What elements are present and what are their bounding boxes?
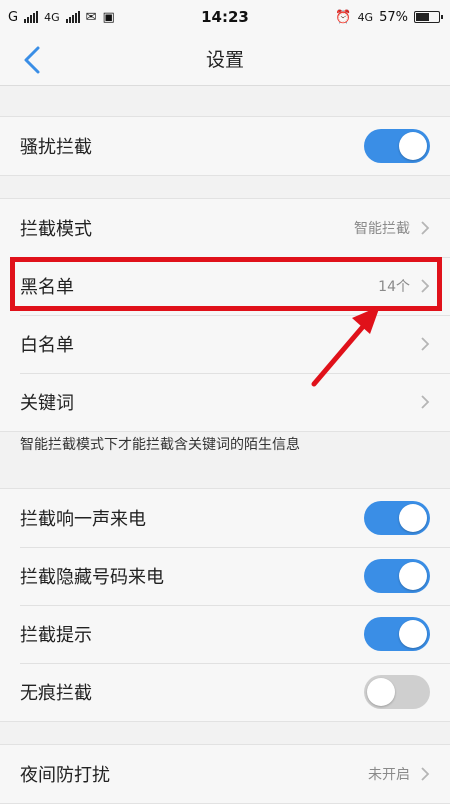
block-notice-row[interactable]: 拦截提示 <box>0 605 450 663</box>
chevron-right-icon <box>421 221 430 235</box>
silent-block-toggle[interactable] <box>364 675 430 709</box>
status-right: ⏰ 4G 57% <box>335 0 443 34</box>
nav-bar: 设置 <box>0 34 450 86</box>
harassment-label: 骚扰拦截 <box>20 137 92 158</box>
whitelist-row[interactable]: 白名单 <box>0 315 450 373</box>
toggle-knob <box>367 678 395 706</box>
alarm-icon: ⏰ <box>335 9 352 25</box>
page-title: 设置 <box>205 49 244 71</box>
harassment-section: 骚扰拦截 <box>0 116 450 176</box>
block-hidden-number-toggle[interactable] <box>364 559 430 593</box>
battery-percent: 57% <box>379 9 408 25</box>
block-one-ring-label: 拦截响一声来电 <box>20 509 146 530</box>
night-section: 夜间防打扰 未开启 <box>0 744 450 804</box>
carrier-1-label: G <box>8 9 19 25</box>
blacklist-label: 黑名单 <box>20 277 74 298</box>
toggle-knob <box>399 132 427 160</box>
night-dnd-row[interactable]: 夜间防打扰 未开启 <box>0 745 450 803</box>
blacklist-row[interactable]: 黑名单 14个 <box>0 257 450 315</box>
keywords-label: 关键词 <box>20 393 74 414</box>
toggle-knob <box>399 562 427 590</box>
night-dnd-value: 未开启 <box>368 767 410 783</box>
toggle-knob <box>399 620 427 648</box>
chevron-right-icon <box>421 395 430 409</box>
chevron-right-icon <box>421 279 430 293</box>
signal-icon-2 <box>65 11 80 23</box>
sim-icon: ▣ <box>102 9 115 25</box>
back-button[interactable] <box>18 44 48 76</box>
chevron-right-icon <box>421 767 430 781</box>
block-hidden-number-label: 拦截隐藏号码来电 <box>20 567 164 588</box>
harassment-toggle[interactable] <box>364 129 430 163</box>
keywords-row[interactable]: 关键词 <box>0 373 450 431</box>
toggle-knob <box>399 504 427 532</box>
toggle-settings-section: 拦截响一声来电 拦截隐藏号码来电 拦截提示 无痕拦截 <box>0 488 450 722</box>
intercept-mode-label: 拦截模式 <box>20 219 92 240</box>
network-label: 4G <box>357 10 374 24</box>
block-hidden-number-row[interactable]: 拦截隐藏号码来电 <box>0 547 450 605</box>
status-bar: G 4G ✉ ▣ 14:23 ⏰ 4G 57% <box>0 0 450 34</box>
block-settings-section: 拦截模式 智能拦截 黑名单 14个 白名单 关键词 <box>0 198 450 432</box>
chevron-left-icon <box>24 46 40 74</box>
carrier-2-label: 4G <box>44 10 60 24</box>
harassment-row[interactable]: 骚扰拦截 <box>0 117 450 175</box>
block-notice-label: 拦截提示 <box>20 625 92 646</box>
whitelist-label: 白名单 <box>20 335 74 356</box>
block-notice-toggle[interactable] <box>364 617 430 651</box>
blacklist-count: 14个 <box>378 279 410 295</box>
silent-block-row[interactable]: 无痕拦截 <box>0 663 450 721</box>
night-dnd-label: 夜间防打扰 <box>20 765 110 786</box>
block-one-ring-toggle[interactable] <box>364 501 430 535</box>
status-left: G 4G ✉ ▣ <box>8 0 115 34</box>
intercept-mode-value: 智能拦截 <box>354 221 410 237</box>
battery-icon <box>414 11 443 23</box>
notification-icon: ✉ <box>85 9 97 25</box>
signal-icon <box>24 11 39 23</box>
block-one-ring-row[interactable]: 拦截响一声来电 <box>0 489 450 547</box>
silent-block-label: 无痕拦截 <box>20 683 92 704</box>
chevron-right-icon <box>421 337 430 351</box>
keyword-note: 智能拦截模式下才能拦截含关键词的陌生信息 <box>20 437 300 453</box>
intercept-mode-row[interactable]: 拦截模式 智能拦截 <box>0 199 450 257</box>
